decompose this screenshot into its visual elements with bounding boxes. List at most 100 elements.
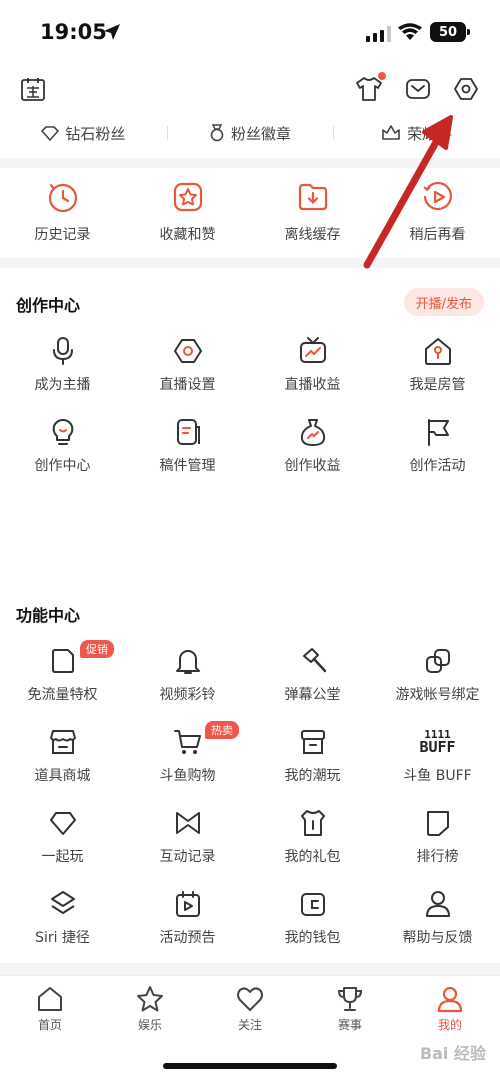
grid-item[interactable]: 成为主播 [0,328,125,409]
messages-button[interactable] [404,76,432,102]
grid-item-label: 直播收益 [284,377,341,393]
grid-item-label: 斗鱼 BUFF [403,768,472,784]
download-folder-icon [298,183,327,211]
tab-esports[interactable]: 赛事 [300,976,400,1045]
section-gap [0,258,500,268]
grid-item[interactable]: 我的潮玩 [250,719,375,800]
grid-item[interactable]: 直播设置 [125,328,250,409]
grid-item-label: 创作中心 [34,458,91,474]
grid-item[interactable]: 稿件管理 [125,409,250,490]
grid-item[interactable]: 我是房管 [375,328,500,409]
divider [333,126,334,140]
tab-entertainment[interactable]: 娱乐 [100,976,200,1045]
location-arrow-icon [104,24,120,40]
functions-grid: 促销 免流量特权 视频彩铃 弹幕公堂 游戏帐号绑定 道具商城 热卖 斗鱼购物 我… [0,638,500,962]
grid-item[interactable]: 我的礼包 [250,800,375,881]
tab-label: 赛事 [337,1018,362,1032]
grid-item[interactable]: 帮助与反馈 [375,881,500,962]
grid-item-label: 帮助与反馈 [402,930,473,946]
settings-button[interactable] [452,75,480,103]
grid-item-label: 我的钱包 [284,930,341,946]
fan-item-diamond[interactable]: 钻石粉丝 [0,118,167,148]
quick-offline-cache[interactable]: 离线缓存 [250,180,375,244]
battery-icon: 50 [430,22,470,42]
grid-item[interactable]: 弹幕公堂 [250,638,375,719]
grid-item[interactable]: 游戏帐号绑定 [375,638,500,719]
grid-item-label: 我的潮玩 [284,768,341,784]
grid-item[interactable]: Siri 捷径 [0,881,125,962]
fan-tabs: 钻石粉丝 粉丝徽章 荣耀爵 [0,118,500,148]
grid-item[interactable]: 创作中心 [0,409,125,490]
grid-item[interactable]: 活动预告 [125,881,250,962]
functions-section-title: 功能中心 [16,606,81,625]
quick-history[interactable]: 历史记录 [0,180,125,244]
grid-item-label: 成为主播 [34,377,91,393]
sign-in-button[interactable] [20,76,46,102]
notification-dot [378,72,386,80]
grid-item[interactable]: 热卖 斗鱼购物 [125,719,250,800]
grid-item[interactable]: 我的钱包 [250,881,375,962]
mail-icon [406,79,430,99]
hot-badge: 热卖 [205,721,239,739]
grid-item[interactable]: 道具商城 [0,719,125,800]
quick-label: 历史记录 [34,227,91,243]
cart-icon [173,730,201,754]
house-key-icon [424,338,451,365]
grid-item[interactable]: 视频彩铃 [125,638,250,719]
tab-home[interactable]: 首页 [0,976,100,1045]
quick-watch-later[interactable]: 稍后再看 [375,180,500,244]
grid-item[interactable]: 创作收益 [250,409,375,490]
home-icon [38,987,62,1011]
grid-item-label: 我的礼包 [284,849,341,865]
bulb-icon [52,418,73,445]
status-time: 19:05 [40,20,107,44]
creation-grid: 成为主播 直播设置 直播收益 我是房管 创作中心 稿件管理 创作收益 创作活动 [0,328,500,490]
box-icon [300,730,325,754]
money-bag-icon [300,419,325,446]
layers-icon [50,891,75,914]
sim-card-icon [51,649,74,673]
grid-item-label: 我是房管 [409,377,466,393]
quick-favorites[interactable]: 收藏和赞 [125,180,250,244]
quick-label: 收藏和赞 [159,227,216,243]
fan-item-medal[interactable]: 粉丝徽章 [167,118,334,148]
grid-item[interactable]: 排行榜 [375,800,500,881]
fan-item-crown[interactable]: 荣耀爵 [333,118,500,148]
grid-item-label: 稿件管理 [159,458,216,474]
tab-follow[interactable]: 关注 [200,976,300,1045]
grid-item[interactable]: 创作活动 [375,409,500,490]
star-icon [137,986,163,1012]
grid-item-label: 排行榜 [416,849,459,865]
grid-item-label: 一起玩 [41,849,84,865]
document-icon [176,419,200,445]
history-icon [48,183,77,213]
trophy-icon [337,987,363,1011]
go-live-button[interactable]: 开播/发布 [403,288,484,316]
heart-icon [237,987,263,1011]
sign-in-icon [21,78,45,101]
outfit-button[interactable] [354,72,386,104]
quick-label: 稍后再看 [409,227,466,243]
grid-item[interactable]: 促销 免流量特权 [0,638,125,719]
grid-item-label: 弹幕公堂 [284,687,341,703]
favorites-icon [173,182,202,212]
flag-icon [427,419,449,446]
grid-item-label: 道具商城 [34,768,91,784]
status-bar: 19:05 50 [0,0,500,66]
hexagon-settings-icon [173,339,202,363]
settings-hexagon-icon [454,78,478,100]
grid-item[interactable]: 直播收益 [250,328,375,409]
tab-label: 我的 [437,1018,462,1032]
ranking-icon [426,811,449,836]
tshirt-icon [356,77,382,101]
diamond-icon [41,126,60,141]
medal-icon [210,124,224,142]
grid-item[interactable]: 1111 BUFF 斗鱼 BUFF [375,719,500,800]
bottom-tab-bar: 首页 娱乐 关注 赛事 我的 [0,975,500,1045]
grid-item[interactable]: 一起玩 [0,800,125,881]
signal-icon [366,26,391,42]
watermark: Bai 经验 [419,1044,486,1063]
grid-item[interactable]: 互动记录 [125,800,250,881]
tab-mine[interactable]: 我的 [400,976,500,1045]
tv-chart-icon [299,337,326,363]
